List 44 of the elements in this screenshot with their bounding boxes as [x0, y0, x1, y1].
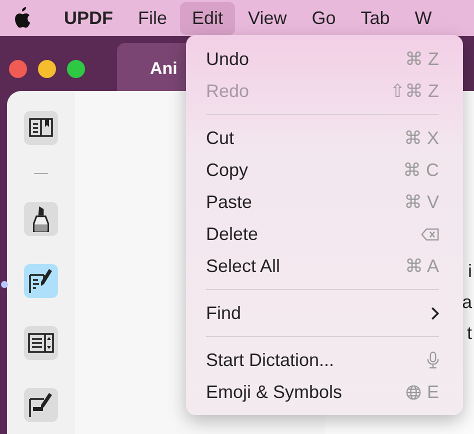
- signature-icon: [29, 393, 53, 417]
- close-button[interactable]: [9, 60, 27, 78]
- book-icon: [29, 118, 53, 138]
- tool-button[interactable]: [24, 388, 58, 422]
- menu-bar-item[interactable]: View: [236, 2, 299, 34]
- tool-button[interactable]: [24, 264, 58, 298]
- microphone-icon: [427, 351, 439, 369]
- document-text: i: [468, 261, 473, 282]
- form-list-icon: [28, 333, 54, 353]
- tool-button[interactable]: [24, 326, 58, 360]
- shortcut-text: ⌘ Z: [405, 48, 439, 70]
- minimize-button[interactable]: [38, 60, 56, 78]
- menu-item[interactable]: Select All ⌘ A: [206, 250, 439, 282]
- tool-button[interactable]: [24, 111, 58, 145]
- document-text: a: [462, 292, 473, 313]
- menu-bar-item[interactable]: File: [126, 2, 180, 34]
- zoom-button[interactable]: [67, 60, 85, 78]
- menu-item[interactable]: Paste ⌘ V: [206, 186, 439, 218]
- menu-item[interactable]: Start Dictation...: [206, 344, 439, 376]
- shortcut-text: ⌘ C: [403, 159, 439, 181]
- menu-item[interactable]: Emoji & Symbols E: [206, 376, 439, 408]
- menu-bar-item[interactable]: W: [402, 2, 444, 34]
- menu-bar-item[interactable]: Tab: [348, 2, 402, 34]
- highlighter-icon: [32, 206, 50, 232]
- apple-logo-icon[interactable]: [12, 7, 31, 29]
- menu-bar-item[interactable]: Edit: [180, 2, 236, 34]
- shortcut-text: ⌘ X: [404, 127, 439, 149]
- chevron-right-icon: [431, 306, 439, 320]
- menu-bar-item[interactable]: UPDF: [52, 2, 125, 34]
- shortcut-text: E: [426, 382, 439, 402]
- menu-item[interactable]: Delete: [206, 218, 439, 250]
- document-text: t: [466, 323, 473, 344]
- menu-item[interactable]: Find: [206, 297, 439, 329]
- document-pen-icon: [29, 269, 53, 293]
- menu-item[interactable]: Cut ⌘ X: [206, 122, 439, 154]
- shortcut-text: ⇧⌘ Z: [390, 80, 439, 102]
- shortcut-text: ⌘ V: [404, 191, 439, 213]
- handle-dot-icon[interactable]: [1, 281, 8, 288]
- tool-button[interactable]: [24, 202, 58, 236]
- delete-key-icon: [421, 228, 439, 240]
- globe-icon: [406, 384, 421, 400]
- menu-item[interactable]: Copy ⌘ C: [206, 154, 439, 186]
- menu-bar-item[interactable]: Go: [300, 2, 348, 34]
- shortcut-text: ⌘ A: [404, 255, 439, 277]
